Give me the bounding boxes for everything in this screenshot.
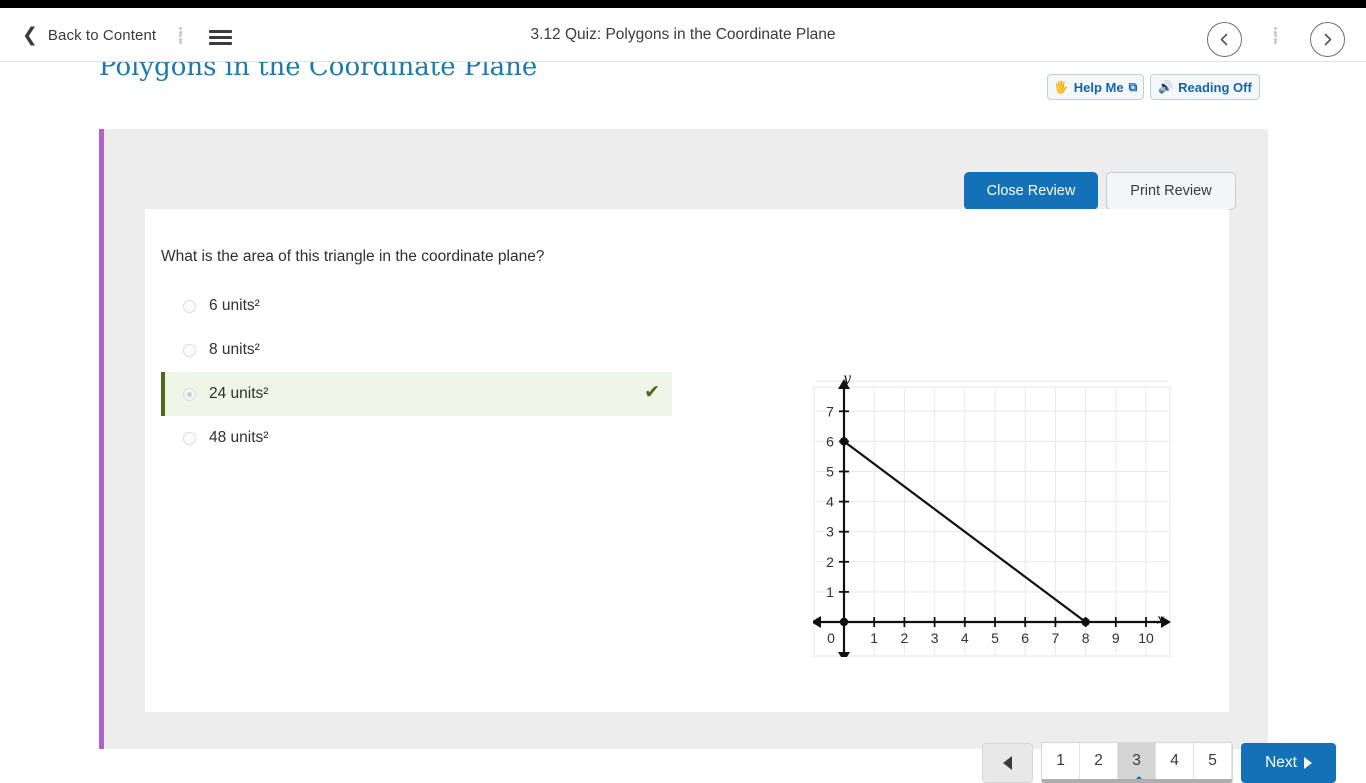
tick-label: 6 xyxy=(826,433,834,449)
help-me-button[interactable]: 🖐 Help Me ⧉ xyxy=(1047,74,1144,100)
page-number-group: 12345 xyxy=(1041,742,1233,783)
answer-option-1[interactable]: 6 units² xyxy=(161,284,672,328)
review-button-row: Close Review Print Review xyxy=(964,172,1236,210)
triangle-right-icon xyxy=(1303,756,1312,769)
app-bar: ❮ Back to Content 3.12 Quiz: Polygons in… xyxy=(0,8,1366,62)
answer-option-label: 6 units² xyxy=(209,297,260,314)
tick-label: 2 xyxy=(826,554,834,570)
answer-options-list: 6 units² 8 units² 24 units² ✔ 48 units² xyxy=(161,284,672,460)
pager-page-5[interactable]: 5 xyxy=(1194,743,1232,779)
pager-page-4[interactable]: 4 xyxy=(1156,743,1194,779)
tick-label: 1 xyxy=(870,630,878,646)
tick-label: 3 xyxy=(931,630,939,646)
coordinate-plane-figure: 0 1 2 3 4 5 6 7 8 9 10 1 2 3 4 5 6 7 x y xyxy=(811,369,1171,662)
tick-label: 6 xyxy=(1021,630,1029,646)
tick-label: 10 xyxy=(1138,630,1154,646)
x-axis-label: x xyxy=(1157,612,1165,628)
tick-label: 5 xyxy=(991,630,999,646)
triangle-left-icon xyxy=(1003,755,1012,770)
print-review-button[interactable]: Print Review xyxy=(1106,172,1236,210)
answer-option-label: 48 units² xyxy=(209,429,269,446)
close-review-button[interactable]: Close Review xyxy=(964,172,1098,210)
dotted-separator-right xyxy=(1274,27,1277,44)
next-page-button[interactable] xyxy=(1310,22,1345,57)
tick-label: 2 xyxy=(901,630,909,646)
question-card: What is the area of this triangle in the… xyxy=(145,209,1336,783)
speaker-icon: 🔊 xyxy=(1158,80,1174,94)
tick-label: 8 xyxy=(1082,630,1090,646)
chevron-left-icon: ❮ xyxy=(22,23,38,46)
check-icon: ✔ xyxy=(644,381,660,403)
answer-option-4[interactable]: 48 units² xyxy=(161,416,672,460)
tick-label: 7 xyxy=(1052,630,1060,646)
tick-label: 5 xyxy=(826,464,834,480)
back-to-content-label: Back to Content xyxy=(47,26,157,44)
pager-page-3[interactable]: 3 xyxy=(1118,743,1156,779)
page-title: Polygons in the Coordinate Plane xyxy=(99,62,538,82)
tick-label: 9 xyxy=(1112,630,1120,646)
tick-label: 1 xyxy=(826,584,834,600)
radio-button[interactable] xyxy=(183,299,196,313)
vertex-point xyxy=(839,437,849,446)
hand-icon: 🖐 xyxy=(1053,80,1069,94)
y-axis-label: y xyxy=(842,371,852,387)
previous-page-button[interactable] xyxy=(1207,22,1242,57)
answer-option-2[interactable]: 8 units² xyxy=(161,328,672,372)
vertex-point xyxy=(839,617,849,627)
next-button-label: Next xyxy=(1265,753,1297,771)
dotted-separator-left xyxy=(179,27,182,44)
pager-previous-button[interactable] xyxy=(982,742,1033,783)
tick-label: 3 xyxy=(826,524,834,540)
radio-button[interactable] xyxy=(183,343,196,357)
answer-option-label: 8 units² xyxy=(209,341,260,358)
tick-label: 0 xyxy=(827,630,835,646)
question-prompt: What is the area of this triangle in the… xyxy=(161,248,545,265)
question-pager: 12345 Next xyxy=(982,742,1336,783)
pager-underline xyxy=(1120,779,1158,783)
top-black-strip xyxy=(0,0,1366,8)
hamburger-menu-icon[interactable] xyxy=(209,30,232,45)
tick-label: 4 xyxy=(961,630,969,646)
tick-label: 7 xyxy=(826,403,834,419)
help-me-label: Help Me xyxy=(1073,79,1124,95)
reading-toggle-button[interactable]: 🔊 Reading Off xyxy=(1150,74,1260,100)
quiz-panel: Close Review Print Review What is the ar… xyxy=(99,129,1336,783)
triangle-coordinate-graph: 0 1 2 3 4 5 6 7 8 9 10 1 2 3 4 5 6 7 x y xyxy=(811,371,1171,662)
app-bar-title-text: 3.12 Quiz: Polygons in the Coordinate Pl… xyxy=(530,26,836,43)
pager-page-2[interactable]: 2 xyxy=(1080,743,1118,779)
tick-label: 4 xyxy=(826,494,834,510)
vertex-point xyxy=(1081,617,1090,627)
back-to-content-button[interactable]: ❮ Back to Content xyxy=(22,8,156,62)
radio-button[interactable] xyxy=(183,431,196,445)
answer-option-label: 24 units² xyxy=(209,385,269,402)
next-question-button[interactable]: Next xyxy=(1241,742,1336,783)
radio-button-selected[interactable] xyxy=(183,387,196,401)
circle-chevron-left-icon xyxy=(1220,33,1228,46)
circle-chevron-right-icon xyxy=(1324,33,1332,46)
pager-active-caret xyxy=(1132,776,1146,779)
app-bar-title: 3.12 Quiz: Polygons in the Coordinate Pl… xyxy=(0,8,1366,62)
reading-toggle-label: Reading Off xyxy=(1178,79,1252,95)
answer-option-3-selected-correct[interactable]: 24 units² ✔ xyxy=(161,372,672,416)
pager-page-1[interactable]: 1 xyxy=(1042,743,1080,779)
external-link-icon: ⧉ xyxy=(1128,80,1138,94)
